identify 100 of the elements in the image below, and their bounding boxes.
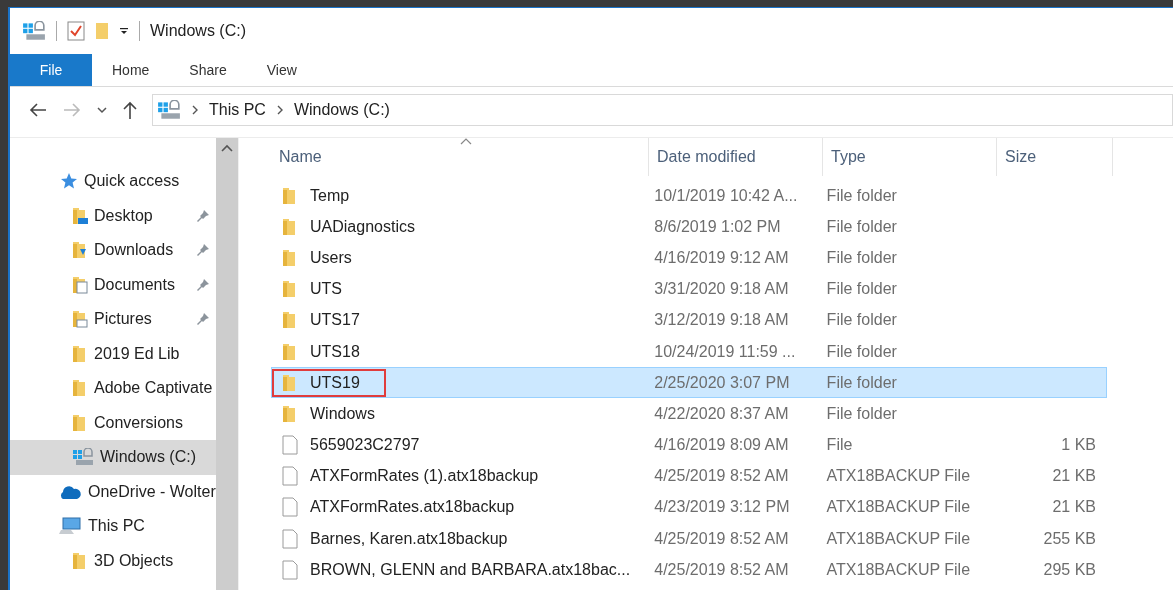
nav-item[interactable]: This PC <box>10 509 216 544</box>
ribbon-tab[interactable]: Share <box>169 54 247 86</box>
date-cell-text: 4/25/2019 8:52 AM <box>653 467 790 486</box>
file-row[interactable]: UTS18 10/24/2019 11:59 ... File folder <box>271 335 1107 368</box>
folder-icon <box>72 310 88 329</box>
breadcrumb[interactable]: This PC <box>209 101 266 119</box>
date-cell-text: 8/6/2019 1:02 PM <box>653 217 782 236</box>
nav-item[interactable]: Desktop <box>10 198 216 233</box>
type-cell-text: File folder <box>825 342 898 361</box>
name-cell: ATXFormRates (1).atx18backup <box>272 461 549 492</box>
size-cell: 295 KB <box>1043 560 1096 578</box>
folder-icon <box>72 206 88 225</box>
file-icon <box>282 435 298 456</box>
drive-icon <box>22 21 46 41</box>
drive-icon <box>72 448 94 467</box>
file-row[interactable]: UTS 3/31/2020 9:18 AM File folder <box>271 273 1107 305</box>
up-arrow-icon[interactable] <box>122 100 138 120</box>
pin-icon <box>196 312 210 327</box>
name-cell: UADiagnostics <box>272 212 425 241</box>
nav-item[interactable]: Adobe Captivate <box>10 371 216 406</box>
date-cell-text: 2/25/2020 3:07 PM <box>653 373 791 392</box>
file-row[interactable]: Barnes, Karen.atx18backup 4/25/2019 8:52 AM ATX18BACKUP File 255 KB <box>271 523 1107 555</box>
file-icon <box>282 559 298 580</box>
folder-icon <box>72 241 88 260</box>
column-header[interactable]: Type <box>823 138 997 176</box>
cloud-icon <box>58 483 82 500</box>
folder-icon <box>282 217 298 236</box>
scrollbar[interactable] <box>216 138 238 590</box>
back-arrow-icon[interactable] <box>28 102 48 118</box>
column-header[interactable]: Date modified <box>649 138 823 176</box>
name-cell: BROWN, GLENN and BARBARA.atx18bac... <box>272 554 641 585</box>
nav-item[interactable]: Pictures <box>10 302 216 337</box>
date-cell-text: 3/12/2019 9:18 AM <box>653 311 790 330</box>
folder-icon <box>72 344 88 363</box>
name-cell: UTS17 <box>272 306 370 335</box>
nav-item[interactable]: Documents <box>10 267 216 302</box>
name-cell: Users <box>272 243 362 272</box>
size-cell: 1 KB <box>1061 436 1096 454</box>
folder-icon <box>282 373 298 392</box>
file-icon <box>282 466 298 487</box>
folder-icon <box>72 551 88 570</box>
ribbon-tab[interactable]: View <box>246 54 317 86</box>
nav-item[interactable]: Conversions <box>10 405 216 440</box>
breadcrumb[interactable]: Windows (C:) <box>293 101 390 119</box>
date-cell-text: 4/16/2019 8:09 AM <box>653 436 790 455</box>
name-cell: 5659023C2797 <box>272 430 430 461</box>
nav-item[interactable]: 2019 Ed Lib <box>10 336 216 371</box>
type-cell-text: File <box>825 436 854 455</box>
nav-item[interactable]: 3D Objects <box>10 543 216 578</box>
type-cell-text: File folder <box>825 373 898 392</box>
file-row[interactable]: UTS19 2/25/2020 3:07 PM File folder <box>271 367 1107 399</box>
pin-icon <box>196 243 210 258</box>
file-row[interactable]: ATXFormRates.atx18backup 4/23/2019 3:12 PM ATX18BACKUP File 21 KB <box>271 491 1107 524</box>
folder-icon <box>72 413 88 432</box>
type-cell-text: ATX18BACKUP File <box>825 560 972 579</box>
ribbon-tab[interactable]: Home <box>92 54 170 86</box>
name-cell: Barnes, Karen.atx18backup <box>272 523 518 554</box>
file-row[interactable]: ATXFormRates (1).atx18backup 4/25/2019 8:52 AM ATX18BACKUP File 21 KB <box>271 460 1107 492</box>
nav-item[interactable]: OneDrive - Wolter <box>10 474 216 509</box>
size-cell: 255 KB <box>1043 529 1096 547</box>
folder-icon <box>282 248 298 267</box>
file-row[interactable]: UADiagnostics 8/6/2019 1:02 PM File folder <box>271 211 1107 243</box>
column-header[interactable]: Size <box>997 138 1113 176</box>
file-icon <box>282 528 298 549</box>
nav-item[interactable]: Windows (C:) <box>10 440 216 475</box>
date-cell-text: 4/16/2019 9:12 AM <box>653 248 790 267</box>
nav-item[interactable]: Quick access <box>10 164 216 199</box>
folder-icon <box>282 342 298 361</box>
type-cell-text: File folder <box>825 280 898 299</box>
nav-item[interactable]: Downloads <box>10 233 216 268</box>
ribbon-tab[interactable]: File <box>10 54 92 86</box>
file-row[interactable]: Temp 10/1/2019 10:42 A... File folder <box>271 180 1107 212</box>
pin-icon <box>196 208 210 223</box>
folder-icon <box>72 275 88 294</box>
chevron-right-icon <box>191 105 199 115</box>
type-cell-text: File folder <box>825 248 898 267</box>
sort-caret-icon <box>459 138 472 145</box>
file-row[interactable]: BROWN, GLENN and BARBARA.atx18bac... 4/25/2019 8:52 AM ATX18BACKUP File 295 KB <box>271 554 1107 586</box>
computer-icon <box>58 517 82 536</box>
date-cell-text: 4/25/2019 8:52 AM <box>653 560 790 579</box>
dropdown-icon[interactable] <box>119 26 129 36</box>
file-row[interactable]: Windows 4/22/2020 8:37 AM File folder <box>271 398 1107 430</box>
window-title: Windows (C:) <box>150 22 246 40</box>
file-row[interactable]: Users 4/16/2019 9:12 AM File folder <box>271 242 1107 274</box>
column-header[interactable]: Name <box>271 138 649 176</box>
scroll-up-icon[interactable] <box>221 144 233 152</box>
name-cell: ATXFormRates.atx18backup <box>272 492 525 523</box>
name-cell: UTS18 <box>272 337 370 366</box>
chevron-down-icon[interactable] <box>96 106 108 114</box>
type-cell-text: File folder <box>825 311 898 330</box>
chevron-right-icon <box>275 105 284 115</box>
date-cell-text: 10/1/2019 10:42 A... <box>653 186 799 205</box>
folder-icon <box>282 311 298 330</box>
address-bar[interactable]: This PC Windows (C:) <box>152 94 1173 126</box>
type-cell-text: ATX18BACKUP File <box>825 498 972 517</box>
pin-icon <box>196 277 210 292</box>
type-cell-text: File folder <box>825 217 898 236</box>
file-row[interactable]: UTS17 3/12/2019 9:18 AM File folder <box>271 304 1107 336</box>
file-row[interactable]: 5659023C2797 4/16/2019 8:09 AM File 1 KB <box>271 429 1107 461</box>
date-cell-text: 4/22/2020 8:37 AM <box>653 404 790 423</box>
